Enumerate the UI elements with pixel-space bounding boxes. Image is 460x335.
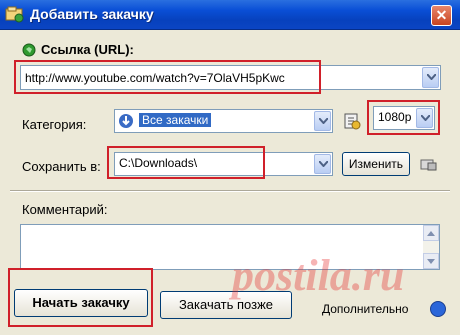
category-dropdown-arrow[interactable] [314, 111, 331, 131]
save-path-highlight-box [107, 146, 265, 179]
save-label: Сохранить в: [22, 159, 101, 174]
url-dropdown-arrow[interactable] [422, 67, 439, 88]
comment-scrollbar[interactable] [423, 225, 439, 269]
close-button[interactable]: ✕ [431, 5, 452, 26]
scroll-down-button[interactable] [423, 253, 439, 269]
chevron-down-icon [319, 118, 328, 124]
download-app-icon [5, 6, 24, 23]
save-path-dropdown-arrow[interactable] [314, 154, 331, 174]
window-title: Добавить закачку [30, 6, 154, 22]
watermark: postila.ru [232, 251, 405, 300]
category-combobox[interactable]: Все закачки [114, 109, 333, 133]
change-folder-button[interactable]: Изменить [342, 152, 410, 176]
advanced-link[interactable]: Дополнительно [322, 302, 408, 316]
scroll-up-button[interactable] [423, 225, 439, 241]
chevron-down-icon [427, 259, 435, 264]
title-bar[interactable]: Добавить закачку ✕ [0, 0, 460, 30]
category-label: Категория: [22, 117, 87, 132]
url-highlight-box [14, 60, 321, 94]
category-properties-icon[interactable] [343, 112, 361, 130]
globe-icon [22, 43, 36, 57]
folder-icon[interactable] [420, 156, 438, 172]
start-download-highlight-box [8, 268, 153, 327]
chevron-down-icon [319, 161, 328, 167]
quality-highlight-box [367, 100, 440, 135]
chevron-down-icon [427, 74, 436, 80]
download-category-icon [119, 114, 133, 128]
category-value: Все закачки [139, 113, 212, 127]
url-label-text: Ссылка (URL): [41, 42, 134, 57]
url-label: Ссылка (URL): [22, 42, 134, 57]
separator [10, 190, 450, 192]
expand-icon[interactable] [430, 301, 446, 317]
chevron-up-icon [427, 231, 435, 236]
comment-label: Комментарий: [22, 202, 108, 217]
